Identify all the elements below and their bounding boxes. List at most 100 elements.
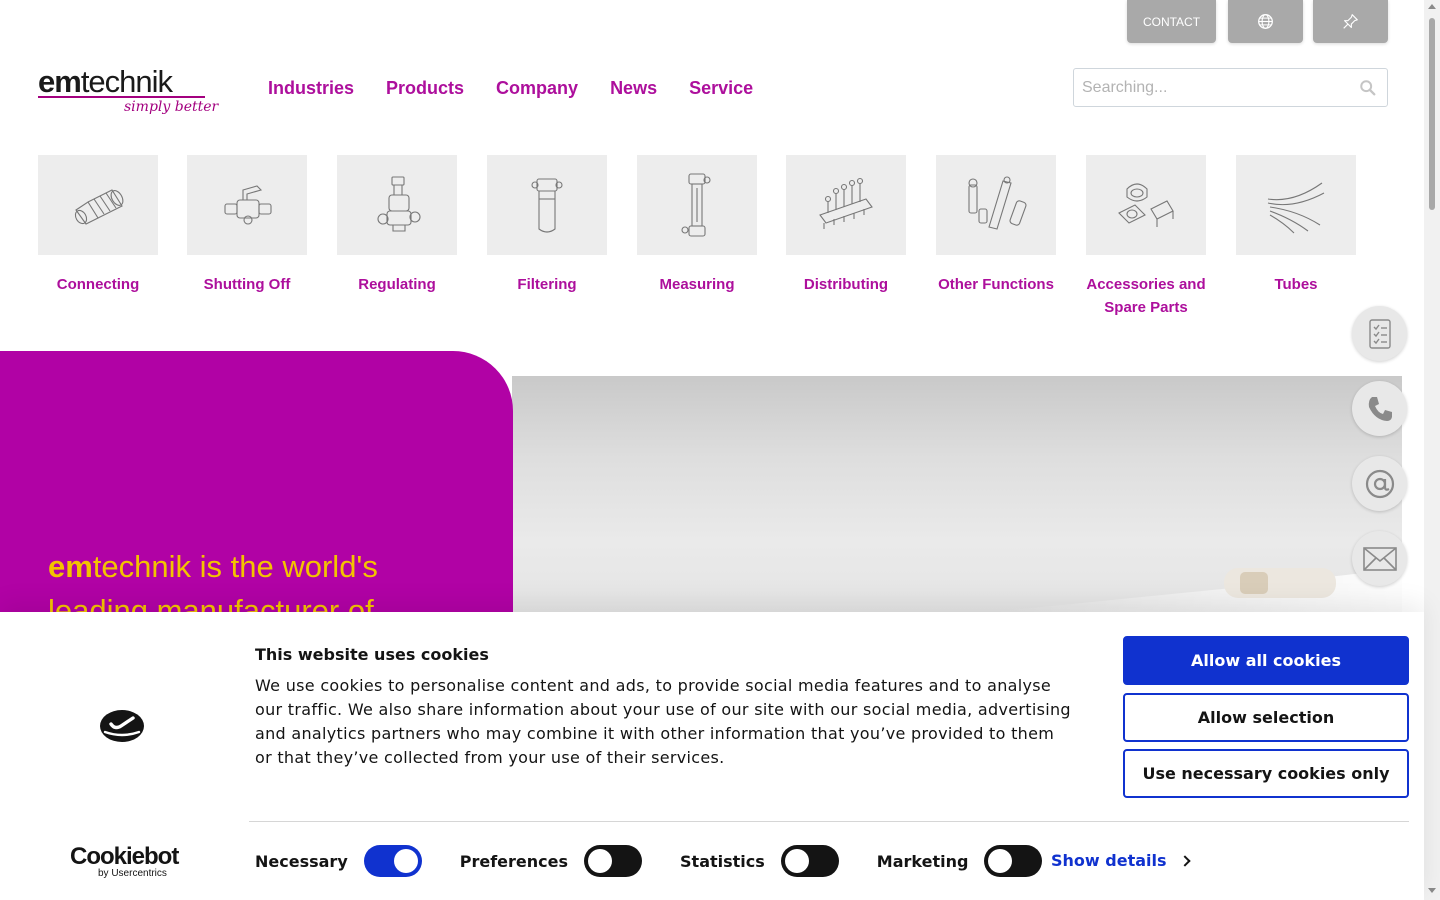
category-distributing[interactable]: Distributing bbox=[786, 155, 906, 296]
other-functions-icon bbox=[968, 176, 1027, 230]
necessary-toggle[interactable] bbox=[363, 845, 422, 877]
preferences-toggle[interactable] bbox=[584, 845, 643, 877]
logo-underline bbox=[38, 96, 205, 98]
regulator-icon bbox=[377, 176, 421, 232]
toggle-knob bbox=[393, 849, 418, 873]
pin-icon bbox=[1343, 14, 1358, 29]
toggle-group-marketing: Marketing bbox=[877, 845, 1043, 877]
hero-panel: emtechnik is the world's leading manufac… bbox=[0, 351, 513, 612]
scroll-down-arrow-icon[interactable] bbox=[1428, 888, 1436, 893]
hero-image bbox=[512, 376, 1402, 612]
fitting-icon bbox=[74, 189, 124, 225]
category-label: Measuring bbox=[659, 276, 735, 293]
category-connecting[interactable]: Connecting bbox=[38, 155, 158, 296]
category-filtering[interactable]: Filtering bbox=[487, 155, 607, 296]
category-label: Filtering bbox=[517, 276, 577, 293]
tubes-icon bbox=[1267, 182, 1325, 234]
toggle-group-preferences: Preferences bbox=[459, 845, 643, 877]
cookiebot-brand[interactable]: Cookiebot by Usercentrics bbox=[70, 843, 179, 880]
valve-icon bbox=[224, 185, 272, 225]
side-phone-button[interactable] bbox=[1352, 381, 1407, 436]
cookie-title: This website uses cookies bbox=[255, 645, 489, 664]
category-tubes[interactable]: Tubes bbox=[1236, 155, 1356, 296]
show-details-label: Show details bbox=[1051, 851, 1167, 870]
category-accessories[interactable]: Accessories and Spare Parts bbox=[1086, 155, 1206, 319]
page-scrollbar[interactable] bbox=[1424, 0, 1440, 900]
allow-selection-button[interactable]: Allow selection bbox=[1123, 693, 1409, 742]
show-details-link[interactable]: Show details bbox=[1051, 851, 1191, 870]
side-email-at-button[interactable] bbox=[1352, 456, 1407, 511]
hero-headline-line1: emtechnik is the world's bbox=[48, 549, 378, 584]
category-image bbox=[38, 155, 158, 255]
nav-products[interactable]: Products bbox=[386, 78, 464, 99]
hero-product-shape bbox=[992, 568, 1402, 612]
toggle-knob bbox=[988, 849, 1013, 873]
globe-icon bbox=[1258, 14, 1273, 29]
cookie-banner: This website uses cookies We use cookies… bbox=[0, 612, 1424, 900]
category-label: Other Functions bbox=[938, 276, 1054, 293]
toggle-knob bbox=[588, 849, 613, 873]
cookie-divider bbox=[249, 821, 1409, 822]
category-label: Distributing bbox=[803, 276, 889, 293]
category-image bbox=[637, 155, 757, 255]
nav-service[interactable]: Service bbox=[689, 78, 753, 99]
chevron-right-icon bbox=[1178, 854, 1191, 867]
pin-button[interactable] bbox=[1313, 0, 1388, 43]
accessories-icon bbox=[1118, 183, 1174, 227]
cookie-description: We use cookies to personalise content an… bbox=[255, 676, 1071, 767]
category-other-functions[interactable]: Other Functions bbox=[936, 155, 1056, 296]
toggle-group-necessary: Necessary bbox=[255, 845, 422, 877]
toggle-label: Statistics bbox=[680, 851, 765, 871]
statistics-toggle[interactable] bbox=[780, 845, 839, 877]
category-image bbox=[936, 155, 1056, 255]
contact-label: CONTACT bbox=[1142, 14, 1201, 29]
toggle-label: Preferences bbox=[459, 851, 569, 871]
logo-tagline: simply better bbox=[124, 99, 219, 115]
allow-all-cookies-button[interactable]: Allow all cookies bbox=[1123, 636, 1409, 685]
cookiebot-byline: by Usercentrics bbox=[98, 868, 167, 879]
language-button[interactable] bbox=[1228, 0, 1303, 43]
cookiebot-logo-icon bbox=[100, 710, 144, 742]
category-tiles: Connecting Shutting Off Regulating Filte… bbox=[38, 155, 1378, 325]
phone-icon bbox=[1368, 396, 1392, 421]
category-image bbox=[337, 155, 457, 255]
scrollbar-thumb[interactable] bbox=[1429, 18, 1435, 210]
category-image bbox=[786, 155, 906, 255]
marketing-toggle[interactable] bbox=[984, 845, 1043, 877]
side-newsletter-button[interactable] bbox=[1352, 531, 1407, 586]
nav-industries[interactable]: Industries bbox=[268, 78, 354, 99]
category-label: Regulating bbox=[358, 276, 436, 293]
necessary-cookies-only-button[interactable]: Use necessary cookies only bbox=[1123, 749, 1409, 798]
toggle-label: Marketing bbox=[876, 851, 969, 871]
scroll-up-arrow-icon[interactable] bbox=[1428, 4, 1436, 9]
search-icon[interactable] bbox=[1359, 79, 1377, 97]
category-regulating[interactable]: Regulating bbox=[337, 155, 457, 296]
toggle-knob bbox=[784, 849, 809, 873]
search-input[interactable] bbox=[1082, 77, 1352, 99]
side-datasheet-button[interactable] bbox=[1352, 306, 1407, 361]
filter-icon bbox=[531, 178, 563, 233]
category-measuring[interactable]: Measuring bbox=[637, 155, 757, 296]
logo-wordmark: emtechnik bbox=[38, 64, 173, 99]
nav-company[interactable]: Company bbox=[496, 78, 578, 99]
category-image bbox=[487, 155, 607, 255]
category-shutting-off[interactable]: Shutting Off bbox=[187, 155, 307, 296]
cookiebot-wordmark: Cookiebot bbox=[70, 843, 179, 870]
flowmeter-icon bbox=[681, 173, 711, 237]
envelope-icon bbox=[1362, 546, 1397, 571]
cookie-toggles: Necessary Preferences Statistics Marketi… bbox=[255, 845, 1080, 877]
category-image bbox=[187, 155, 307, 255]
toggle-group-statistics: Statistics bbox=[680, 845, 839, 877]
main-nav: Industries Products Company News Service bbox=[268, 78, 785, 99]
category-image bbox=[1236, 155, 1356, 255]
nav-news[interactable]: News bbox=[610, 78, 657, 99]
emtechnik-logo[interactable]: emtechnik simply better bbox=[38, 64, 218, 124]
toggle-label: Necessary bbox=[255, 851, 348, 871]
category-label: Accessories and Spare Parts bbox=[1086, 276, 1206, 316]
category-label: Connecting bbox=[56, 276, 140, 293]
category-label: Shutting Off bbox=[203, 276, 291, 293]
contact-button[interactable]: CONTACT bbox=[1127, 0, 1216, 43]
manifold-icon bbox=[819, 177, 873, 229]
hero-headline-line2: leading manufacturer of bbox=[48, 593, 374, 612]
category-label: Tubes bbox=[1274, 276, 1318, 293]
